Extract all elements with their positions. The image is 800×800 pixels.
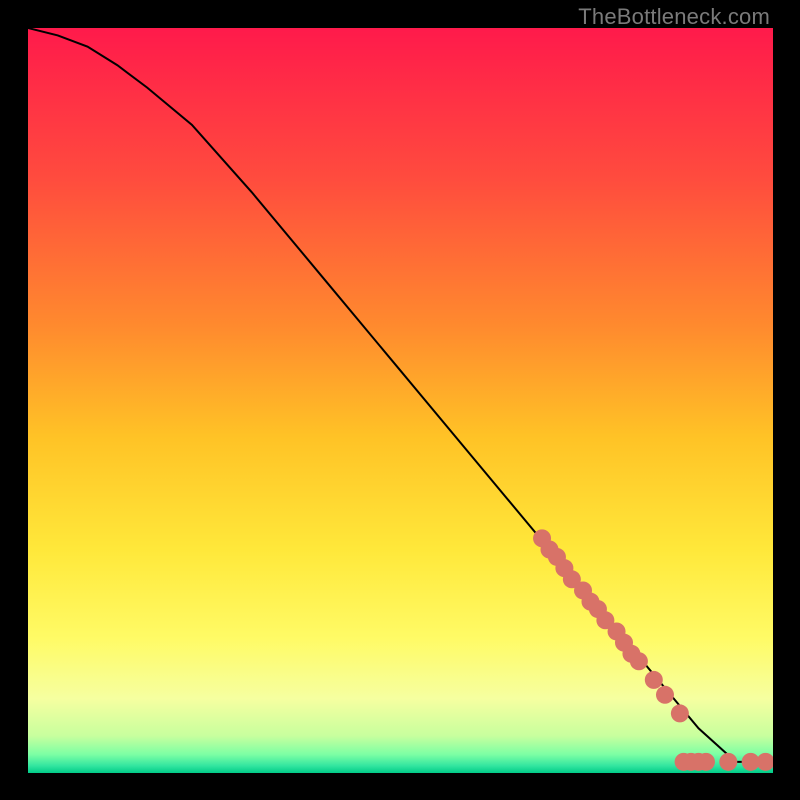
data-point [645, 671, 663, 689]
data-point [671, 704, 689, 722]
attribution-watermark: TheBottleneck.com [578, 4, 770, 30]
data-point [630, 652, 648, 670]
plot-background [28, 28, 773, 773]
chart-plot [28, 28, 773, 773]
chart-container: TheBottleneck.com [0, 0, 800, 800]
data-point [656, 686, 674, 704]
data-point [719, 753, 737, 771]
data-point [697, 753, 715, 771]
